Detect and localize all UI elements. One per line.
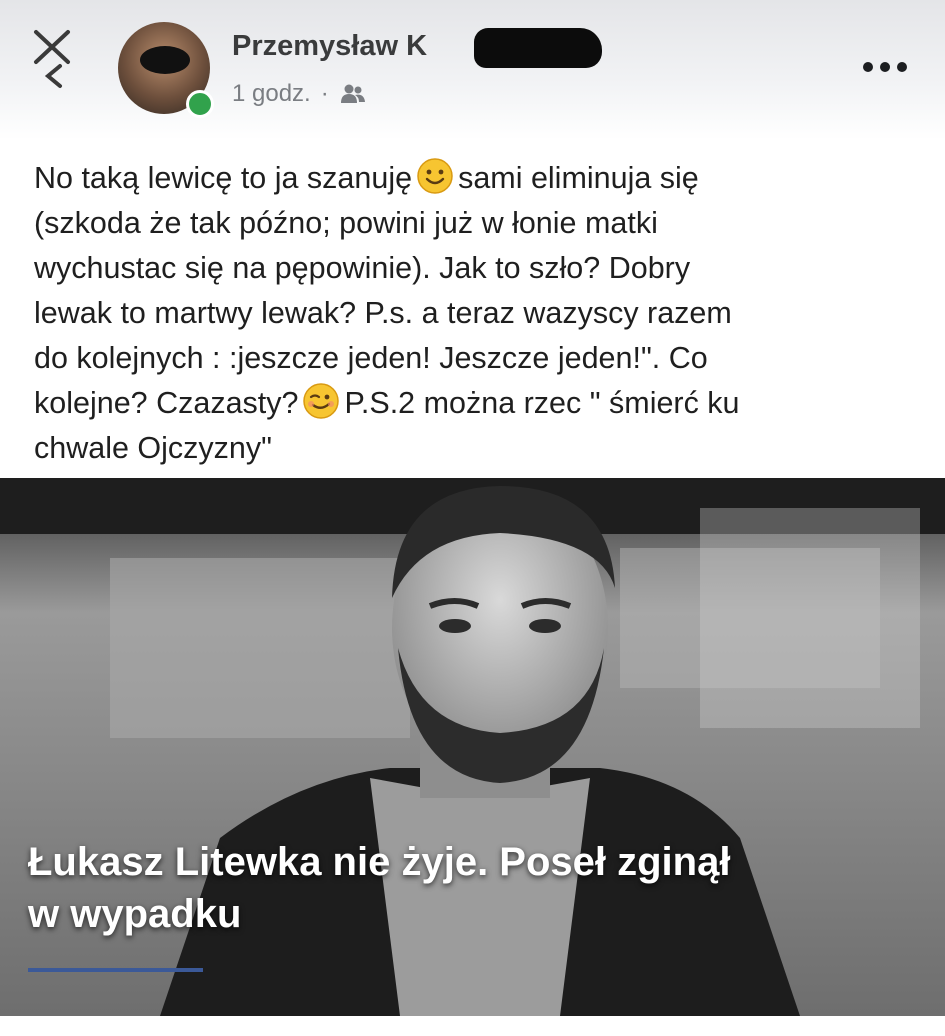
meta-separator: · (320, 80, 329, 107)
headline-line-2: w wypadku (28, 892, 242, 936)
post-text: No taką lewicę to ja szanuję sami eliminu… (34, 156, 924, 471)
post-meta: 1 godz. · (232, 80, 367, 108)
friends-icon (340, 84, 365, 103)
post-text-line-3: wychustac się na pępowinie). Jak to szło… (34, 251, 691, 285)
more-options-icon[interactable] (858, 52, 912, 82)
post-time[interactable]: 1 godz. (232, 80, 311, 108)
post-text-line-5: do kolejnych : :jeszcze jeden! Jeszcze j… (34, 341, 708, 375)
online-status-indicator (186, 90, 214, 118)
author-name[interactable]: Przemysław K (232, 30, 427, 63)
post-text-line-2: (szkoda że tak późno; powini już w łonie… (34, 206, 658, 240)
link-preview-headline[interactable]: Łukasz Litewka nie żyje. Poseł zginął w … (28, 836, 928, 940)
name-censor-bar (474, 28, 602, 68)
post-text-line-7: chwale Ojczyzny" (34, 431, 272, 465)
slightly-smiling-face-emoji (417, 158, 453, 194)
post-text-line-1: No taką lewicę to ja szanuję sami eliminu… (34, 156, 924, 201)
avatar-censor-bar (140, 46, 190, 74)
post-footer-edge (0, 1016, 945, 1036)
winking-face-emoji (303, 383, 340, 419)
post-text-line-6: kolejne? Czazasty? P.S.2 można rzec " śmi… (34, 381, 924, 426)
post-header: Przemysław K 1 godz. · (0, 0, 945, 140)
close-icon[interactable] (30, 26, 74, 90)
post-text-line-4: lewak to martwy lewak? P.s. a teraz wazy… (34, 296, 732, 330)
headline-line-1: Łukasz Litewka nie żyje. Poseł zginął (28, 840, 731, 884)
headline-accent-bar (28, 968, 203, 972)
